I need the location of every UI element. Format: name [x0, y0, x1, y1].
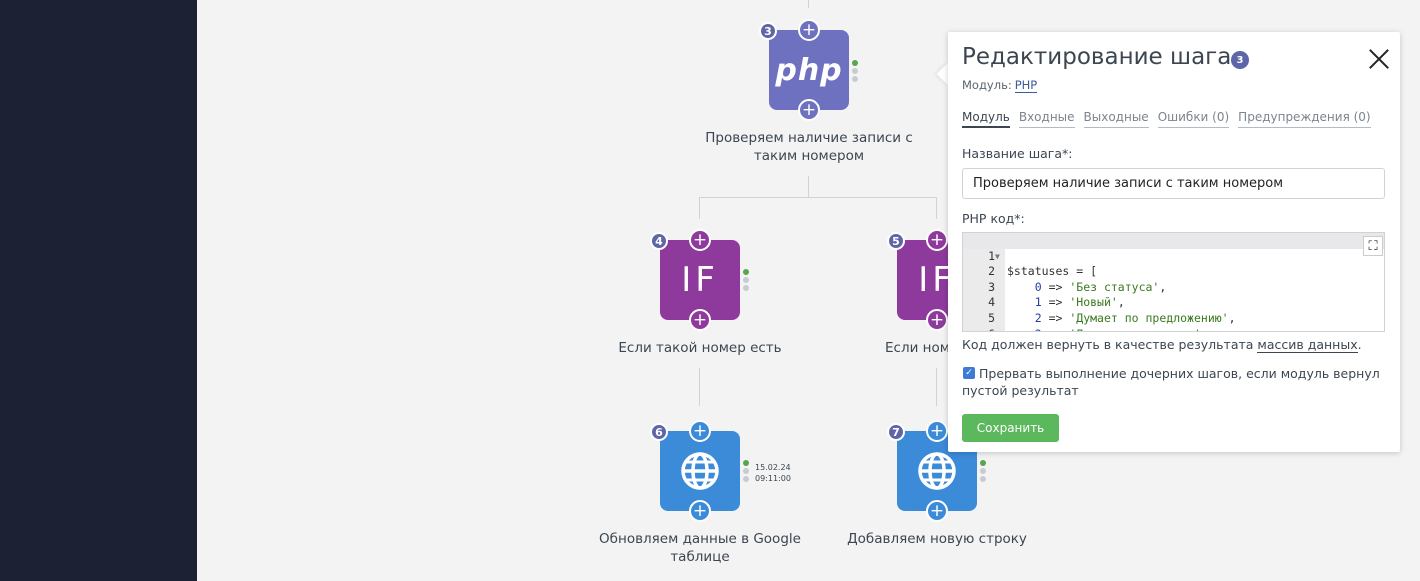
tab-output[interactable]: Выходные: [1083, 110, 1149, 128]
step-number-badge: 6: [650, 423, 668, 441]
left-sidebar: [0, 0, 197, 581]
add-step-below-button[interactable]: +: [926, 309, 948, 331]
connector-line: [808, 0, 809, 8]
add-step-below-button[interactable]: +: [798, 99, 820, 121]
panel-tabs: Модуль Входные Выходные Ошибки (0) Преду…: [962, 110, 1371, 128]
http-step-node[interactable]: 6 + +: [650, 420, 740, 522]
add-step-above-button[interactable]: +: [926, 229, 948, 251]
code-line: 5 3 => 'Думает по встрече',: [988, 310, 1208, 331]
connector-line: [936, 197, 937, 219]
status-dots: [743, 460, 749, 484]
check-icon: ✓: [965, 368, 973, 378]
status-dots: [980, 460, 986, 484]
code-line: 1 ▼ $statuses = [: [963, 233, 1384, 278]
add-step-below-button[interactable]: +: [689, 500, 711, 522]
module-link[interactable]: PHP: [1014, 78, 1038, 93]
status-dots: [852, 60, 858, 84]
step-number-badge: 4: [650, 232, 668, 250]
connector-line: [699, 368, 700, 406]
stop-children-checkbox-label[interactable]: Прервать выполнение дочерних шагов, если…: [962, 365, 1382, 399]
if-icon: IF: [681, 260, 719, 300]
edit-step-panel: Редактирование шага 3 Модуль: PHP Модуль …: [948, 32, 1400, 452]
tab-warnings[interactable]: Предупреждения (0): [1238, 110, 1371, 128]
step-number-badge: 3: [1231, 51, 1249, 69]
code-hint: Код должен вернуть в качестве результата…: [962, 337, 1362, 353]
tab-module[interactable]: Модуль: [962, 110, 1010, 128]
add-step-above-button[interactable]: +: [926, 420, 948, 442]
if-step-node[interactable]: IF 4 + +: [650, 229, 740, 331]
php-step-label: Проверяем наличие записи с таким номером: [705, 130, 913, 164]
step-number-badge: 5: [887, 232, 905, 250]
php-logo-icon: php: [775, 52, 843, 88]
panel-title: Редактирование шага: [962, 44, 1232, 70]
status-dots: [743, 269, 749, 293]
php-code-editor[interactable]: 1 ▼ $statuses = [ 2 0 => 'Без статуса', 3…: [962, 232, 1385, 332]
connector-line: [936, 368, 937, 406]
connector-line: [699, 197, 937, 198]
add-step-above-button[interactable]: +: [798, 19, 820, 41]
step-name-label: Название шага*:: [962, 146, 1073, 161]
code-line: 3 1 => 'Новый',: [988, 279, 1125, 310]
step-name-input[interactable]: [962, 168, 1385, 199]
if-step-label: Если такой номер есть: [618, 340, 782, 356]
add-step-above-button[interactable]: +: [689, 229, 711, 251]
http-step-label: Добавляем новую строку: [847, 531, 1027, 547]
php-step-node[interactable]: php 3 + +: [759, 19, 849, 121]
save-button[interactable]: Сохранить: [962, 414, 1059, 442]
add-step-below-button[interactable]: +: [926, 500, 948, 522]
globe-icon: [681, 452, 719, 490]
connector-line: [699, 197, 700, 219]
fullscreen-icon[interactable]: ⛶: [1363, 236, 1383, 256]
php-code-label: PHP код*:: [962, 211, 1025, 226]
step-number-badge: 7: [887, 423, 905, 441]
module-info: Модуль: PHP: [962, 78, 1038, 93]
connector-line: [808, 176, 809, 198]
http-step-label: Обновляем данные в Google таблице: [599, 531, 801, 565]
close-icon[interactable]: [1366, 46, 1392, 72]
code-line: 4 2 => 'Думает по предложению',: [988, 295, 1236, 325]
stop-children-checkbox[interactable]: ✓: [963, 367, 975, 379]
data-array-link[interactable]: массив данных: [1257, 337, 1358, 353]
last-run-timestamp: 15.02.24 09:11:00: [755, 463, 791, 483]
globe-icon: [918, 452, 956, 490]
tab-input[interactable]: Входные: [1018, 110, 1075, 128]
add-step-above-button[interactable]: +: [689, 420, 711, 442]
add-step-below-button[interactable]: +: [689, 309, 711, 331]
tab-errors[interactable]: Ошибки (0): [1157, 110, 1230, 128]
code-line: 2 0 => 'Без статуса',: [988, 264, 1167, 294]
step-number-badge: 3: [759, 22, 777, 40]
code-line: 7: [963, 327, 1384, 331]
code-line: 6 4 => 'Приедет на встречу',: [963, 311, 1384, 331]
